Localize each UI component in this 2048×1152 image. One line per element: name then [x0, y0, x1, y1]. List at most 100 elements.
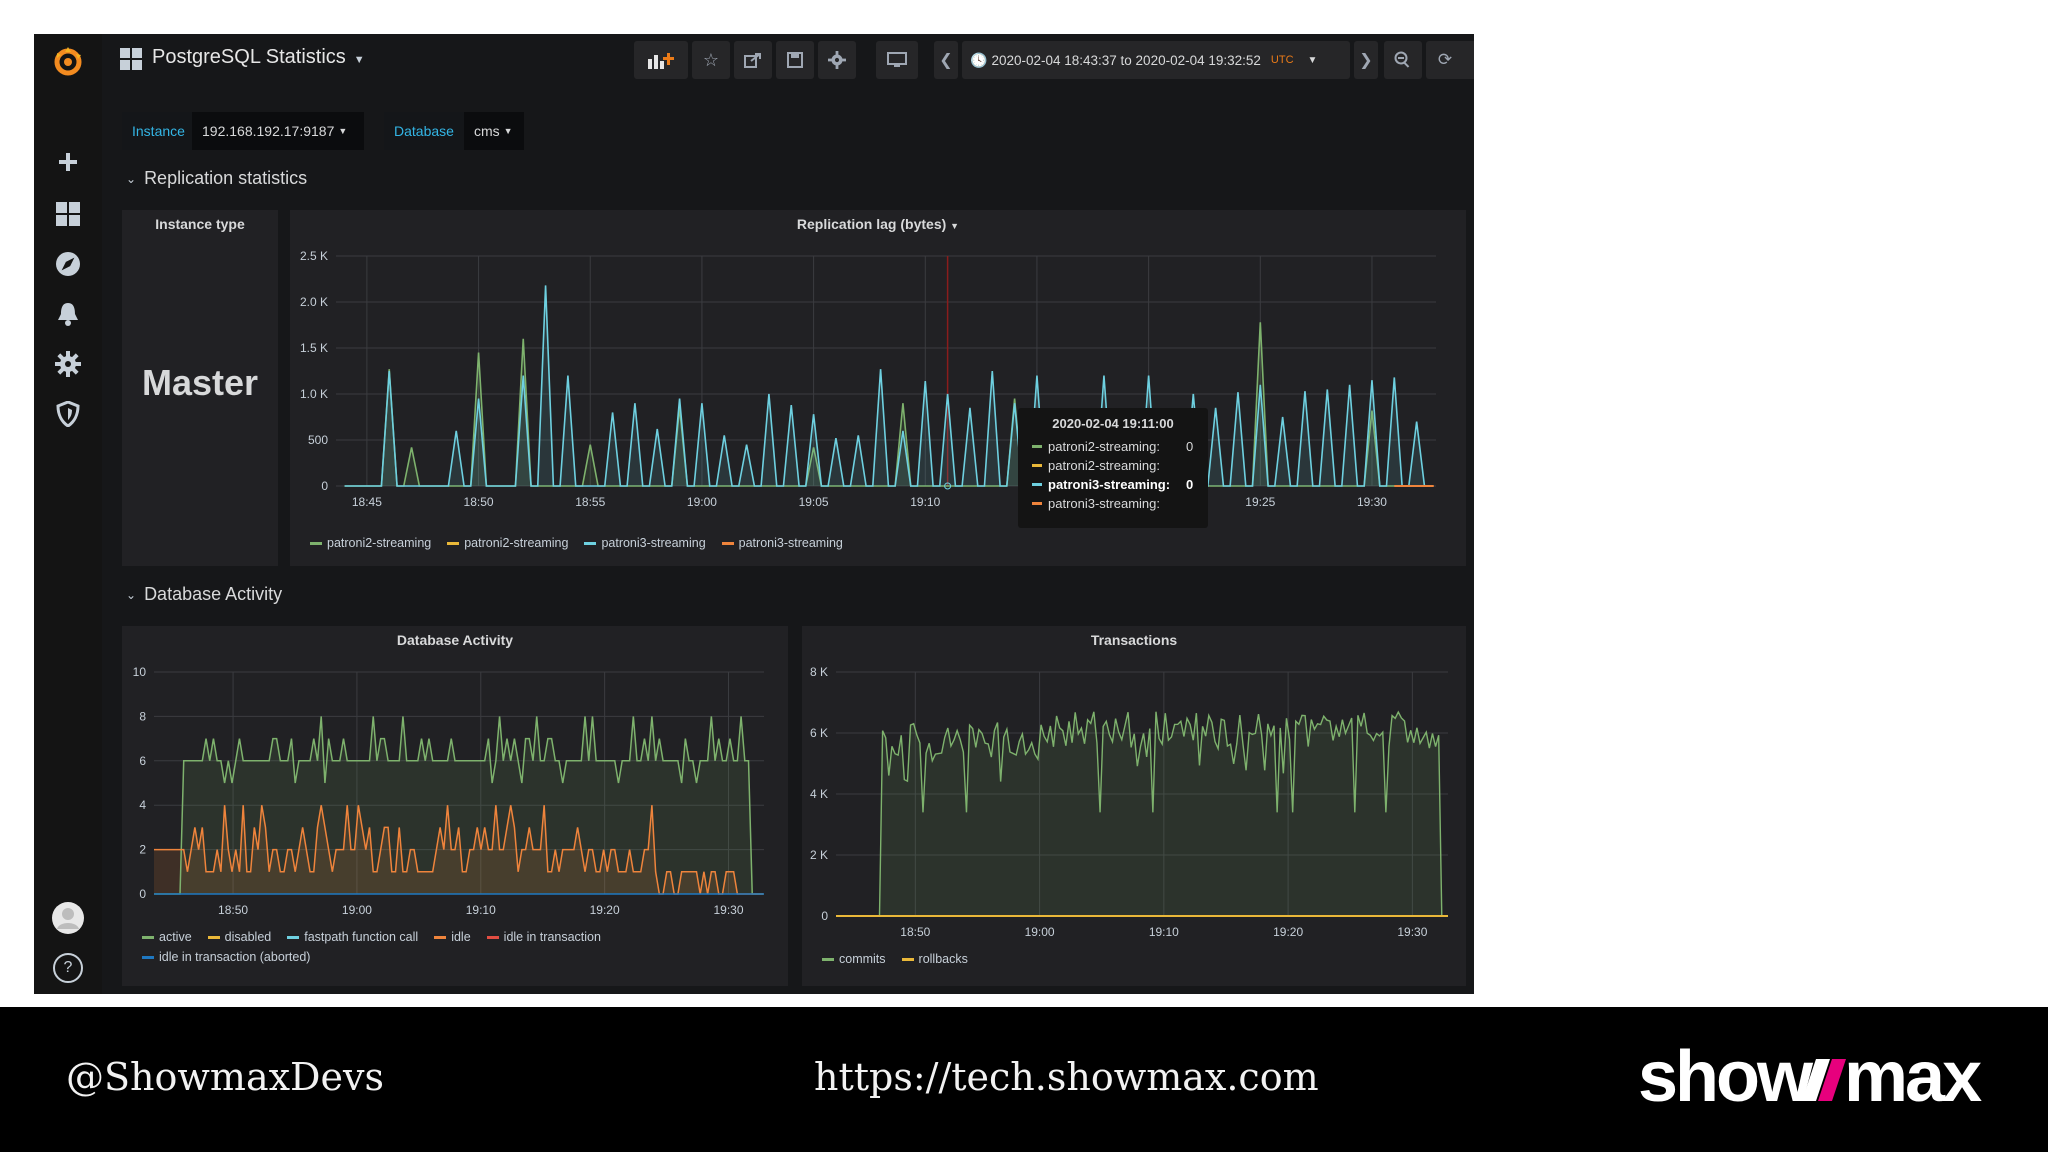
legend-item[interactable]: fastpath function call — [287, 930, 418, 944]
legend-item[interactable]: disabled — [207, 930, 272, 944]
configuration-gear-icon[interactable] — [48, 344, 88, 384]
alerting-bell-icon[interactable] — [48, 294, 88, 334]
y-tick-label: 500 — [308, 433, 328, 447]
instance-variable-value: 192.168.192.17:9187 — [202, 123, 335, 139]
cycle-view-mode-button[interactable] — [876, 41, 918, 79]
add-panel-button[interactable] — [634, 41, 688, 79]
replication-lag-chart[interactable]: 0 500 1.0 K 1.5 K 2.0 K 2.5 K 18:45 18:50 18:55 1… — [290, 210, 1466, 526]
legend-item[interactable]: active — [142, 930, 192, 944]
database-variable-label: Database — [384, 112, 464, 150]
series-area — [344, 285, 1432, 486]
plus-icon[interactable] — [48, 142, 88, 182]
legend-swatch — [447, 541, 460, 545]
legend-item[interactable]: idle — [434, 930, 471, 944]
grafana-window: ? PostgreSQL Statistics ▼ ☆ ❮ 🕓 2020-02-… — [34, 34, 1474, 994]
x-tick-label: 19:30 — [1357, 495, 1387, 509]
y-tick-label: 6 K — [810, 726, 828, 740]
database-variable-select[interactable]: cms ▼ — [464, 112, 524, 150]
svg-text:show: show — [1638, 1037, 1814, 1117]
legend-label: idle in transaction (aborted) — [159, 950, 311, 964]
zoom-out-button[interactable] — [1384, 41, 1422, 79]
tooltip-series-value: 0 — [1186, 439, 1194, 454]
legend-label: idle in transaction — [503, 930, 601, 944]
x-tick-label: 19:20 — [590, 903, 620, 917]
star-dashboard-button[interactable]: ☆ — [692, 41, 730, 79]
legend-item[interactable]: patroni3-streaming — [584, 536, 706, 550]
explore-icon[interactable] — [48, 244, 88, 284]
time-range-forward-button[interactable]: ❯ — [1354, 41, 1378, 79]
database-activity-legend: active disabled fastpath function call idle… — [142, 930, 762, 964]
transactions-chart[interactable]: 0 2 K 4 K 6 K 8 K 18:50 19:00 19:10 19:20 19:30 — [802, 626, 1466, 942]
y-tick-label: 0 — [321, 479, 328, 493]
instance-variable-select[interactable]: 192.168.192.17:9187 ▼ — [192, 112, 364, 150]
tooltip-swatch — [1032, 483, 1042, 486]
twitter-handle: @ShowmaxDevs — [66, 1055, 384, 1099]
replication-lag-legend: patroni2-streaming patroni2-streaming patr… — [310, 536, 843, 550]
replication-row-toggle[interactable]: ⌄ Replication statistics — [126, 168, 307, 189]
share-icon — [744, 53, 761, 68]
save-dashboard-button[interactable] — [776, 41, 814, 79]
zoom-out-icon — [1394, 51, 1410, 68]
tooltip-swatch — [1032, 502, 1042, 505]
series-line — [344, 285, 1432, 487]
share-dashboard-button[interactable] — [734, 41, 772, 79]
legend-label: patroni3-streaming — [601, 536, 706, 550]
grafana-logo-icon[interactable] — [48, 42, 88, 82]
legend-label: idle — [451, 930, 471, 944]
replication-lag-panel: Replication lag (bytes) ▼ 0 500 1.0 K 1.5 K… — [290, 210, 1466, 566]
tooltip-series-name: patroni2-streaming: — [1048, 458, 1160, 473]
legend-item[interactable]: commits — [822, 952, 886, 966]
legend-item[interactable]: idle in transaction (aborted) — [142, 950, 310, 964]
legend-item[interactable]: patroni2-streaming — [310, 536, 431, 550]
legend-swatch — [142, 955, 154, 959]
dashboard-title-picker[interactable]: PostgreSQL Statistics ▼ — [152, 46, 365, 69]
y-tick-label: 0 — [821, 909, 828, 923]
website-url: https://tech.showmax.com — [814, 1055, 1319, 1099]
time-range-picker[interactable]: 🕓 2020-02-04 18:43:37 to 2020-02-04 19:3… — [962, 41, 1350, 79]
dashboard-settings-button[interactable] — [818, 41, 856, 79]
x-tick-label: 19:10 — [910, 495, 940, 509]
x-tick-label: 19:25 — [1245, 495, 1275, 509]
x-tick-label: 19:00 — [1025, 925, 1055, 939]
legend-item[interactable]: patroni3-streaming — [721, 536, 843, 550]
y-tick-label: 4 — [139, 798, 146, 812]
refresh-button[interactable]: ⟳ ▼ — [1426, 41, 1474, 79]
y-tick-label: 8 K — [810, 665, 828, 679]
tooltip-swatch — [1032, 464, 1042, 467]
x-tick-label: 18:50 — [218, 903, 248, 917]
save-icon — [787, 52, 803, 68]
x-tick-label: 18:50 — [464, 495, 494, 509]
server-admin-shield-icon[interactable] — [48, 394, 88, 434]
database-activity-row-toggle[interactable]: ⌄ Database Activity — [126, 584, 282, 605]
instance-variable-label: Instance — [122, 112, 195, 150]
legend-swatch — [486, 935, 499, 939]
dashboard-grid-icon — [120, 48, 142, 75]
legend-item[interactable]: rollbacks — [901, 952, 968, 966]
refresh-icon: ⟳ — [1437, 50, 1453, 69]
tooltip-row: patroni3-streaming: — [1032, 494, 1208, 513]
tooltip-series-name: patroni3-streaming: — [1048, 477, 1171, 492]
y-tick-label: 2 K — [810, 848, 828, 862]
add-panel-icon — [648, 53, 674, 69]
dashboards-icon[interactable] — [48, 194, 88, 234]
database-activity-chart[interactable]: 0 2 4 6 8 10 18:50 19:00 19:10 19:20 19:30 — [122, 626, 788, 926]
help-icon[interactable]: ? — [48, 948, 88, 988]
legend-swatch — [822, 957, 834, 961]
tooltip-series-name: patroni3-streaming: — [1048, 496, 1160, 511]
time-range-back-button[interactable]: ❮ — [934, 41, 958, 79]
user-avatar[interactable] — [48, 898, 88, 938]
chevron-right-icon: ❯ — [1359, 52, 1373, 69]
clock-icon: 🕓 — [970, 51, 988, 68]
series-area — [344, 322, 1432, 486]
legend-item[interactable]: patroni2-streaming — [447, 536, 568, 550]
replication-row-title: Replication statistics — [144, 168, 308, 188]
transactions-legend: commits rollbacks — [822, 952, 968, 966]
legend-label: disabled — [224, 930, 272, 944]
legend-label: rollbacks — [918, 952, 968, 966]
x-tick-label: 19:05 — [799, 495, 829, 509]
series-line — [344, 322, 1432, 487]
legend-swatch — [310, 541, 322, 545]
legend-label: active — [159, 930, 192, 944]
chevron-down-icon: ⌄ — [126, 587, 137, 602]
legend-item[interactable]: idle in transaction — [486, 930, 601, 944]
